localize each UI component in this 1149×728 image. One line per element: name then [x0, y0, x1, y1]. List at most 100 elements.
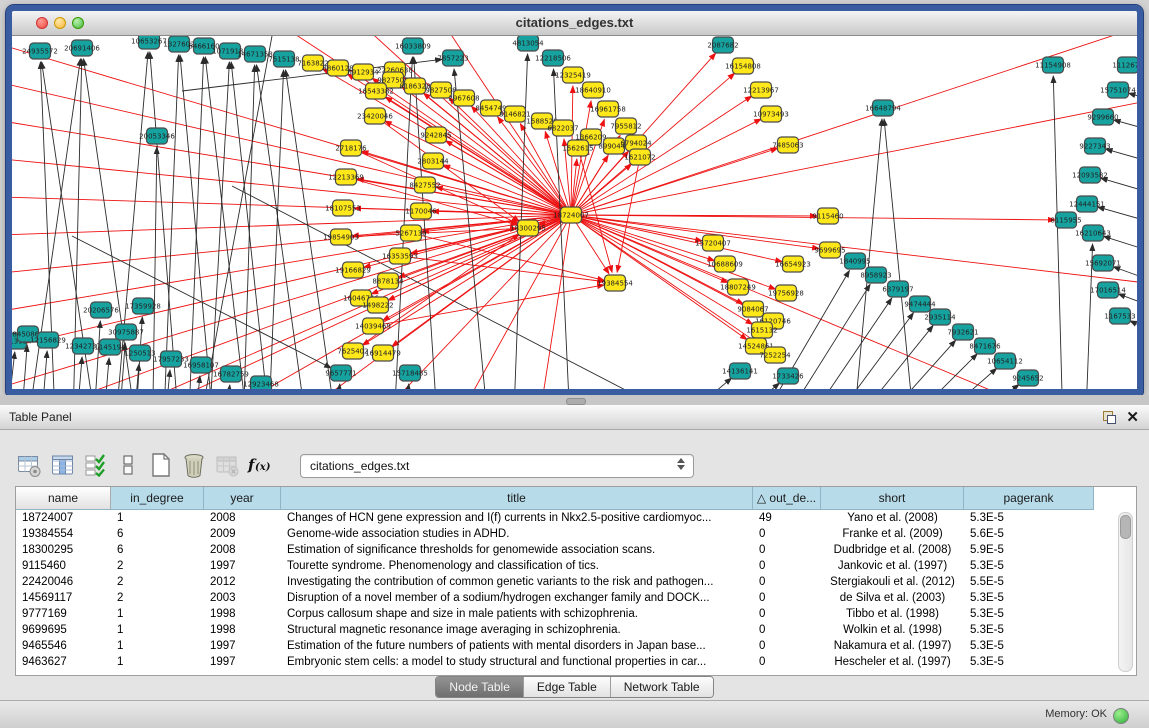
network-canvas[interactable]: 1872400718300295249355722069140610653267…: [12, 36, 1137, 389]
graph-node[interactable]: 12093582: [1072, 167, 1108, 183]
graph-node[interactable]: 12213967: [743, 82, 779, 98]
graph-node[interactable]: 7955812: [610, 118, 641, 134]
graph-node[interactable]: 8471676: [969, 338, 1001, 354]
graph-node[interactable]: 17359928: [125, 298, 161, 314]
table-row[interactable]: 969969511998Structural magnetic resonanc…: [16, 622, 1136, 638]
table-row[interactable]: 911546021997Tourette syndrome. Phenomeno…: [16, 558, 1136, 574]
graph-node[interactable]: 8958923: [860, 267, 891, 283]
graph-node[interactable]: 20206576: [83, 302, 119, 318]
column-chooser-icon[interactable]: [49, 452, 75, 478]
graph-node[interactable]: 12213369: [328, 169, 364, 185]
graph-node[interactable]: 1840995: [839, 253, 870, 269]
tab-edge-table[interactable]: Edge Table: [524, 677, 611, 697]
graph-node[interactable]: 10973493: [753, 106, 789, 122]
column-header-year[interactable]: year: [204, 487, 281, 510]
graph-node[interactable]: 16154808: [725, 58, 761, 74]
splitter-handle[interactable]: [566, 398, 586, 405]
graph-node[interactable]: 12325419: [555, 67, 591, 83]
graph-node[interactable]: 15718485: [392, 365, 428, 381]
graph-node[interactable]: 10654112: [987, 353, 1023, 369]
graph-node[interactable]: 16961758: [590, 101, 626, 117]
graph-node[interactable]: 1733426: [772, 368, 804, 384]
graph-node[interactable]: 6379197: [882, 281, 913, 297]
graph-node[interactable]: 16648794: [865, 100, 901, 116]
graph-node[interactable]: 10688609: [707, 256, 743, 272]
graph-node[interactable]: 16914479: [365, 345, 401, 361]
table-cell: Estimation of the future numbers of pati…: [281, 638, 753, 654]
graph-node[interactable]: 19756928: [768, 285, 804, 301]
graph-node[interactable]: 20691406: [64, 40, 100, 56]
column-header-title[interactable]: title: [281, 487, 753, 510]
table-row[interactable]: 946554611997Estimation of the future num…: [16, 638, 1136, 654]
graph-node[interactable]: 19166829: [335, 262, 371, 278]
graph-node[interactable]: 12444151: [1069, 196, 1105, 212]
table-row[interactable]: 2242004622012Investigating the contribut…: [16, 574, 1136, 590]
column-header-short[interactable]: short: [821, 487, 964, 510]
import-table-icon[interactable]: [214, 452, 240, 478]
graph-node[interactable]: 1170046: [405, 203, 437, 219]
graph-node[interactable]: 16654923: [775, 256, 811, 272]
graph-node[interactable]: 4813054: [512, 36, 544, 51]
column-header-name[interactable]: name: [16, 487, 111, 510]
graph-node[interactable]: 14136141: [722, 363, 758, 379]
graph-node[interactable]: 19384554: [597, 275, 633, 291]
graph-node[interactable]: 17016514: [1090, 282, 1126, 298]
graph-node-label: 16961758: [590, 106, 626, 114]
zoom-button[interactable]: [72, 17, 84, 29]
scrollbar-thumb[interactable]: [1120, 515, 1131, 539]
graph-node[interactable]: 8427552: [409, 177, 440, 193]
float-icon[interactable]: [1103, 411, 1116, 424]
graph-node[interactable]: 9227343: [1079, 138, 1110, 154]
close-icon[interactable]: ✕: [1126, 410, 1139, 425]
graph-node-label: 20206576: [83, 307, 119, 315]
graph-node[interactable]: 16033809: [395, 38, 431, 54]
graph-node[interactable]: 15720407: [695, 235, 731, 251]
graph-node[interactable]: 18640910: [575, 82, 611, 98]
graph-node[interactable]: 16210643: [1075, 225, 1111, 241]
column-header-out_de[interactable]: △ out_de...: [753, 487, 821, 510]
tab-node-table[interactable]: Node Table: [436, 677, 524, 697]
graph-node[interactable]: 15751074: [1100, 82, 1136, 98]
graph-node[interactable]: 1112678: [1112, 57, 1137, 73]
tab-network-table[interactable]: Network Table: [611, 677, 713, 697]
panel-splitter[interactable]: [0, 395, 1149, 405]
graph-node[interactable]: 1250513: [124, 345, 155, 361]
memory-ok-indicator[interactable]: [1113, 708, 1129, 724]
column-header-pagerank[interactable]: pagerank: [964, 487, 1094, 510]
graph-node[interactable]: 20053346: [139, 128, 175, 144]
table-row[interactable]: 1830029562008Estimation of significance …: [16, 542, 1136, 558]
table-settings-icon[interactable]: [16, 452, 42, 478]
table-row[interactable]: 946362711997Embryonic stem cells: a mode…: [16, 654, 1136, 670]
graph-node[interactable]: 8115955: [1050, 212, 1081, 228]
new-table-icon[interactable]: [148, 452, 174, 478]
graph-node[interactable]: 7932621: [947, 324, 978, 340]
graph-node[interactable]: 19854903: [323, 229, 359, 245]
table-row[interactable]: 977716911998Corpus callosum shape and si…: [16, 606, 1136, 622]
delete-table-icon[interactable]: [181, 452, 207, 478]
graph-node[interactable]: 7515138: [268, 51, 299, 67]
function-builder-icon[interactable]: f(x): [247, 452, 273, 478]
vertical-scrollbar[interactable]: [1118, 512, 1133, 672]
graph-node[interactable]: 9245652: [1012, 370, 1043, 386]
graph-node[interactable]: 30975887: [108, 324, 144, 340]
minimize-button[interactable]: [54, 17, 66, 29]
graph-node[interactable]: 7857223: [437, 50, 468, 66]
table-row[interactable]: 1456911722003Disruption of a novel membe…: [16, 590, 1136, 606]
graph-node[interactable]: 10653267: [131, 36, 167, 49]
rows-icon[interactable]: [115, 452, 141, 478]
select-rows-icon[interactable]: [82, 452, 108, 478]
graph-node[interactable]: 12218506: [535, 50, 571, 66]
close-button[interactable]: [36, 17, 48, 29]
graph-node[interactable]: 23420046: [357, 108, 393, 124]
graph-node[interactable]: 14039469: [355, 318, 391, 334]
table-selector-dropdown[interactable]: citations_edges.txt: [300, 454, 694, 478]
graph-node[interactable]: 15692071: [1085, 255, 1121, 271]
graph-node[interactable]: 24935572: [22, 43, 58, 59]
graph-node[interactable]: 5267130: [395, 225, 426, 241]
graph-node[interactable]: 9115460: [812, 208, 843, 224]
graph-node[interactable]: 18107553: [325, 200, 361, 216]
table-row[interactable]: 1938455462009Genome-wide association stu…: [16, 526, 1136, 542]
graph-node[interactable]: 2087682: [707, 37, 738, 53]
table-row[interactable]: 1872400712008Changes of HCN gene express…: [16, 510, 1136, 526]
column-header-in_degree[interactable]: in_degree: [111, 487, 204, 510]
